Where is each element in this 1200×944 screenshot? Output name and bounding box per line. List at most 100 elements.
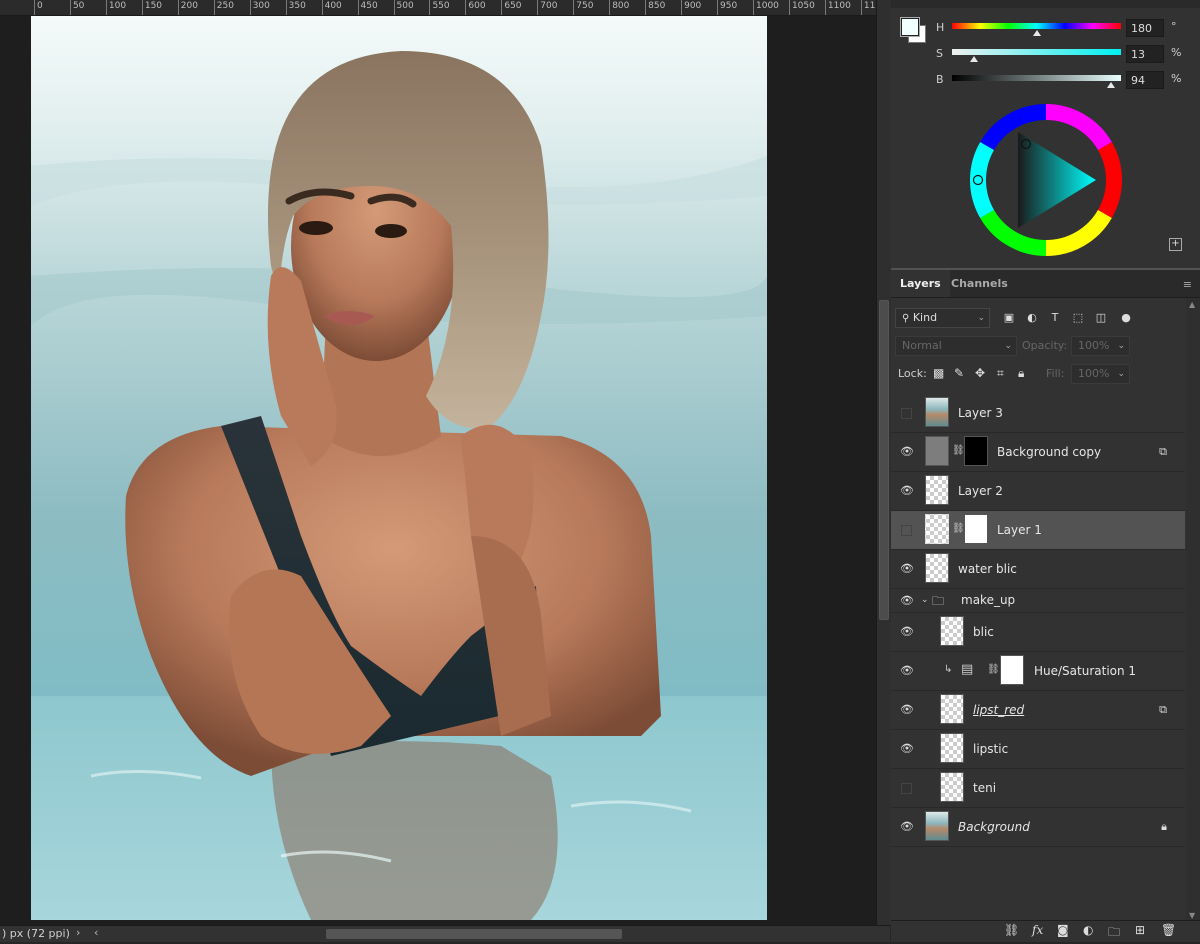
scroll-left-arrow[interactable]: ‹ [94, 926, 98, 939]
new-adjustment-layer-icon[interactable]: ◐ [1083, 923, 1093, 937]
layer-row-layer-1[interactable]: ⛓︎ Layer 1 [891, 511, 1185, 550]
add-swatch-icon[interactable]: + [1169, 238, 1182, 251]
filter-pixel-icon[interactable]: ▣ [1002, 311, 1016, 325]
layer-mask-thumbnail[interactable] [1000, 655, 1024, 685]
link-icon[interactable]: ⛓︎ [987, 664, 1000, 675]
layer-row-hue-saturation-1[interactable]: 👁︎ ↳ ▤ ⛓︎ Hue/Saturation 1 [891, 652, 1185, 691]
filter-adjustment-icon[interactable]: ◐ [1025, 311, 1039, 325]
eye-icon[interactable]: 👁︎ [900, 703, 914, 717]
visibility-toggle[interactable] [901, 783, 912, 794]
new-layer-icon[interactable]: ⊞ [1135, 923, 1145, 937]
layer-row-lipst-red[interactable]: 👁︎ lipst_red ⧉ [891, 691, 1185, 730]
eye-icon[interactable]: 👁︎ [900, 820, 914, 834]
tab-channels[interactable]: Channels [942, 270, 1017, 297]
eye-icon[interactable]: 👁︎ [900, 562, 914, 576]
layer-row-blic[interactable]: 👁︎ blic [891, 613, 1185, 652]
visibility-toggle[interactable] [901, 525, 912, 536]
ruler-label: 700 [540, 1, 558, 11]
lock-image-pixels-icon[interactable]: ✎ [954, 366, 964, 380]
layer-row-layer-3[interactable]: Layer 3 [891, 394, 1185, 433]
layer-thumbnail [925, 514, 949, 544]
layer-name[interactable]: make_up [961, 593, 1015, 607]
layers-scrollbar[interactable]: ▲ ▼ [1186, 298, 1200, 922]
layer-row-background-copy[interactable]: 👁︎ ⛓︎ Background copy ⧉ [891, 433, 1185, 472]
lock-position-icon[interactable]: ✥ [975, 366, 985, 380]
fill-field[interactable]: 100% ⌄ [1071, 364, 1130, 384]
lock-all-icon[interactable]: 🔒︎ [1018, 366, 1024, 381]
document-image[interactable] [31, 16, 767, 920]
kind-filter-dropdown[interactable]: ⚲ Kind ⌄ [895, 308, 990, 328]
link-icon[interactable]: ⛓︎ [952, 523, 965, 534]
chevron-down-icon[interactable]: ⌄ [921, 595, 929, 605]
brightness-slider[interactable] [952, 75, 1121, 81]
layer-name[interactable]: Layer 2 [958, 484, 1003, 498]
eye-icon[interactable]: 👁︎ [900, 594, 914, 608]
canvas-area[interactable] [0, 16, 876, 925]
layer-name[interactable]: Background [958, 820, 1030, 834]
saturation-slider-knob[interactable] [969, 56, 978, 62]
layer-style-fx-icon[interactable]: fx [1032, 923, 1043, 937]
filter-toggle-icon[interactable]: ● [1119, 311, 1133, 325]
layers-panel: Layers Channels ≡ ⚲ Kind ⌄ ▣ ◐ T ⬚ ◫ ● N… [891, 270, 1200, 942]
layer-mask-thumbnail[interactable] [964, 514, 988, 544]
layer-mask-thumbnail[interactable] [964, 436, 988, 466]
brightness-slider-row: B 94 % [891, 71, 1200, 91]
brightness-value-field[interactable]: 94 [1126, 71, 1164, 89]
filter-shape-icon[interactable]: ⬚ [1071, 311, 1085, 325]
eye-icon[interactable]: 👁︎ [900, 664, 914, 678]
layer-name[interactable]: lipstic [973, 742, 1008, 756]
add-mask-icon[interactable]: ◙ [1057, 923, 1069, 937]
layer-group-make-up[interactable]: 👁︎ ⌄ 🗀︎ make_up [891, 589, 1185, 613]
lock-transparent-pixels-icon[interactable]: ▩ [933, 366, 944, 380]
layer-row-lipstic[interactable]: 👁︎ lipstic [891, 730, 1185, 769]
layer-row-water-blic[interactable]: 👁︎ water blic [891, 550, 1185, 589]
layer-row-background[interactable]: 👁︎ Background 🔒︎ [891, 808, 1185, 847]
hue-saturation-adjustment-icon[interactable]: ▤ [961, 662, 973, 677]
delete-layer-icon[interactable]: 🗑︎ [1161, 923, 1176, 937]
scroll-down-icon[interactable]: ▼ [1189, 911, 1195, 920]
eye-icon[interactable]: 👁︎ [900, 445, 914, 459]
panel-menu-icon[interactable]: ≡ [1183, 278, 1192, 291]
saturation-value-field[interactable]: 13 [1126, 45, 1164, 63]
chevron-down-icon: ⌄ [977, 313, 985, 323]
blend-mode-dropdown[interactable]: Normal ⌄ [895, 336, 1017, 356]
lock-label: Lock: [898, 367, 927, 380]
layer-row-layer-2[interactable]: 👁︎ Layer 2 [891, 472, 1185, 511]
link-icon[interactable]: ⛓︎ [952, 445, 965, 456]
lock-artboard-icon[interactable]: ⌗ [997, 366, 1004, 381]
hue-slider[interactable] [952, 23, 1121, 29]
filter-smart-object-icon[interactable]: ◫ [1094, 311, 1108, 325]
brightness-slider-knob[interactable] [1106, 82, 1115, 88]
layer-name[interactable]: lipst_red [973, 703, 1024, 717]
layer-name[interactable]: teni [973, 781, 996, 795]
ruler-label: 750 [576, 1, 594, 11]
status-menu-arrow[interactable]: › [76, 926, 80, 939]
ruler-tick [69, 0, 71, 15]
hue-value-field[interactable]: 180 [1126, 19, 1164, 37]
eye-icon[interactable]: 👁︎ [900, 625, 914, 639]
hue-slider-knob[interactable] [1032, 30, 1041, 36]
opacity-field[interactable]: 100% ⌄ [1071, 336, 1130, 356]
saturation-slider[interactable] [952, 49, 1121, 55]
layer-name[interactable]: blic [973, 625, 994, 639]
layer-name[interactable]: Layer 1 [997, 523, 1042, 537]
scrollbar-thumb[interactable] [879, 300, 889, 620]
visibility-toggle[interactable] [901, 408, 912, 419]
scroll-up-icon[interactable]: ▲ [1189, 300, 1195, 309]
layer-name[interactable]: water blic [958, 562, 1017, 576]
layer-name[interactable]: Background copy [997, 445, 1101, 459]
tab-layers[interactable]: Layers [891, 270, 950, 297]
ruler-tick [285, 0, 287, 15]
canvas-vertical-scrollbar[interactable] [876, 0, 891, 925]
eye-icon[interactable]: 👁︎ [900, 484, 914, 498]
chevron-down-icon: ⌄ [1004, 341, 1012, 351]
filter-type-icon[interactable]: T [1048, 311, 1062, 325]
layer-row-teni[interactable]: teni [891, 769, 1185, 808]
link-layers-icon[interactable]: ⛓︎ [1004, 923, 1019, 937]
layer-name[interactable]: Layer 3 [958, 406, 1003, 420]
horizontal-scrollbar-thumb[interactable] [326, 929, 622, 939]
color-wheel[interactable] [968, 102, 1124, 258]
layer-name[interactable]: Hue/Saturation 1 [1034, 664, 1136, 678]
eye-icon[interactable]: 👁︎ [900, 742, 914, 756]
ruler-tick [105, 0, 107, 15]
